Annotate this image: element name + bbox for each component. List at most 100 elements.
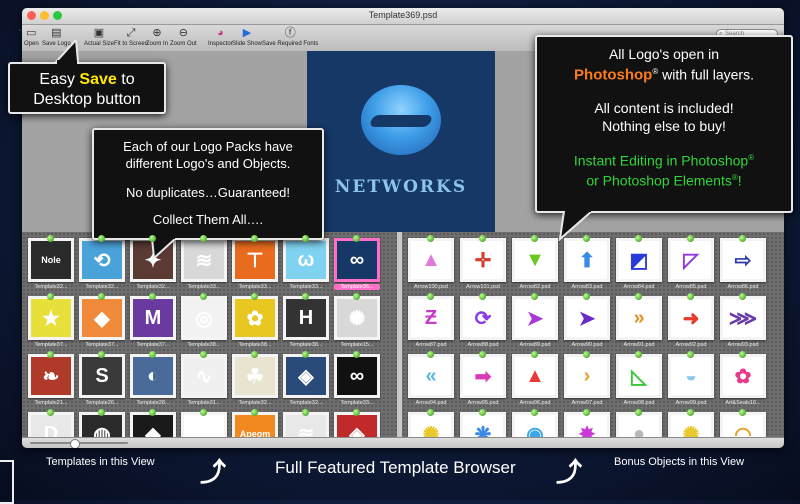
object-artwork: ➜ — [671, 299, 711, 337]
fit-to-screen-button[interactable]: ⤢ Fit to Screen — [114, 27, 148, 47]
template-thumbnail[interactable]: ❧ Template21... — [28, 351, 74, 412]
pushpin-icon — [739, 351, 746, 358]
pushpin-icon — [302, 409, 309, 416]
slide-show-button[interactable]: ▶ Slide Show — [232, 27, 262, 47]
template-frame: ✿ — [232, 296, 278, 340]
object-thumbnail[interactable]: ▼ Arrow82.psd — [512, 235, 558, 296]
save-icon: ▤ — [51, 27, 62, 39]
templates-pane[interactable]: Nole Template32... ⟲ Template32... ✦ Template… — [22, 232, 397, 437]
object-artwork: ● — [619, 415, 659, 437]
object-caption: Arrow82.psd — [519, 284, 551, 290]
zoom-out-button-label: Zoom Out — [170, 41, 197, 47]
template-thumbnail[interactable]: ⊤ Template33... — [232, 235, 278, 296]
object-frame: ◒ — [668, 354, 714, 398]
logo-line2-post: with full layers. — [658, 66, 754, 83]
template-thumbnail[interactable]: ≋ — [283, 409, 329, 437]
object-thumbnail[interactable]: ✸ — [564, 409, 610, 437]
object-thumbnail[interactable]: ◺ Arrow98.psd — [616, 351, 662, 412]
object-thumbnail[interactable]: › Arrow97.psd — [564, 351, 610, 412]
object-thumbnail[interactable]: ▲ Arrow96.psd — [512, 351, 558, 412]
object-caption: Arrow83.psd — [571, 284, 603, 290]
template-thumbnail[interactable]: ◆ Template37... — [79, 293, 125, 354]
object-thumbnail[interactable]: ➤ Arrow89.psd — [512, 293, 558, 354]
template-caption: Template36... — [334, 284, 380, 290]
object-thumbnail[interactable]: ● — [616, 409, 662, 437]
pushpin-icon — [687, 409, 694, 416]
pushpin-icon — [479, 293, 486, 300]
object-thumbnail[interactable]: ◉ — [512, 409, 558, 437]
title-bar: Template369.psd — [22, 8, 784, 25]
template-thumbnail[interactable]: ω Template33... — [283, 235, 329, 296]
object-thumbnail[interactable]: ✺ — [408, 409, 454, 437]
zoom-in-icon: ⊕ — [152, 27, 162, 39]
template-thumbnail[interactable]: ◈ Template32... — [283, 351, 329, 412]
pushpin-icon — [251, 409, 258, 416]
template-caption: Template33... — [289, 284, 323, 290]
template-artwork: Nole — [31, 241, 71, 279]
object-thumbnail[interactable]: ➤ Arrow90.psd — [564, 293, 610, 354]
object-thumbnail[interactable]: ⬆ Arrow83.psd — [564, 235, 610, 296]
template-thumbnail[interactable]: ∞ Template36... — [334, 235, 380, 296]
pushpin-icon — [635, 235, 642, 242]
template-thumbnail[interactable]: ◎ Template38... — [181, 293, 227, 354]
template-thumbnail[interactable]: ⟲ Template32... — [79, 235, 125, 296]
object-thumbnail[interactable]: ❋ — [460, 409, 506, 437]
inspector-button[interactable]: ◕ Inspector — [208, 27, 233, 47]
object-thumbnail[interactable]: ➡ Arrow95.psd — [460, 351, 506, 412]
template-thumbnail[interactable]: ◐ Template28... — [130, 351, 176, 412]
template-thumbnail[interactable]: H Template38... — [283, 293, 329, 354]
object-thumbnail[interactable]: ✛ Arrow101.psd — [460, 235, 506, 296]
object-thumbnail[interactable]: ⋙ Arrow93.psd — [720, 293, 766, 354]
template-frame: ◆ — [79, 296, 125, 340]
slider-knob[interactable] — [70, 439, 81, 448]
template-thumbnail[interactable]: ☘ Template32... — [232, 351, 278, 412]
template-thumbnail[interactable]: S Template26... — [79, 351, 125, 412]
object-thumbnail[interactable]: Ƶ Arrow87.psd — [408, 293, 454, 354]
template-thumbnail[interactable]: ∞ Template33... — [334, 351, 380, 412]
template-thumbnail[interactable]: ◈ — [334, 409, 380, 437]
template-thumbnail[interactable]: Apeom — [232, 409, 278, 437]
template-thumbnail[interactable]: Nole Template32... — [28, 235, 74, 296]
pushpin-icon — [427, 351, 434, 358]
template-thumbnail[interactable]: DTemplate33... — [28, 409, 74, 437]
object-thumbnail[interactable]: ◒ Arrow99.psd — [668, 351, 714, 412]
pushpin-icon — [302, 293, 309, 300]
template-frame: ◐ — [130, 354, 176, 398]
zoom-in-button[interactable]: ⊕ Zoom In — [146, 27, 168, 47]
template-thumbnail[interactable]: ∿ Template31... — [181, 351, 227, 412]
template-thumbnail[interactable]: ✿ Template38... — [232, 293, 278, 354]
template-thumbnail[interactable]: ◍ — [79, 409, 125, 437]
open-button[interactable]: ▭ Open — [24, 27, 39, 47]
template-caption: Template33... — [340, 400, 374, 406]
template-thumbnail[interactable]: ◆ — [130, 409, 176, 437]
object-thumbnail[interactable]: ⟳ Arrow88.psd — [460, 293, 506, 354]
template-caption: Template32... — [85, 284, 119, 290]
zoom-out-button[interactable]: ⊖ Zoom Out — [170, 27, 197, 47]
pushpin-icon — [200, 409, 207, 416]
object-artwork: ▲ — [411, 241, 451, 279]
object-thumbnail[interactable]: ✿ Art&Seals10... — [720, 351, 766, 412]
template-thumbnail[interactable]: ★ Template37... — [28, 293, 74, 354]
object-caption: Arrow85.psd — [675, 284, 707, 290]
save-required-fonts-button[interactable]: ⓕ Save Required Fonts — [262, 27, 318, 47]
object-artwork: ⟳ — [463, 299, 503, 337]
template-thumbnail[interactable]: M Template37... — [130, 293, 176, 354]
object-thumbnail[interactable]: ◠ — [720, 409, 766, 437]
thumbnail-size-slider[interactable] — [30, 439, 128, 448]
object-thumbnail[interactable]: ▲ Arrow100.psd — [408, 235, 454, 296]
template-thumbnail[interactable]: ▲ — [181, 409, 227, 437]
object-thumbnail[interactable]: ◸ Arrow85.psd — [668, 235, 714, 296]
object-thumbnail[interactable]: « Arrow94.psd — [408, 351, 454, 412]
object-thumbnail[interactable]: » Arrow91.psd — [616, 293, 662, 354]
fit-to-screen-button-label: Fit to Screen — [114, 41, 149, 47]
pushpin-icon — [47, 235, 54, 242]
pushpin-icon — [635, 293, 642, 300]
object-thumbnail[interactable]: ◩ Arrow84.psd — [616, 235, 662, 296]
object-thumbnail[interactable]: ⇨ Arrow86.psd — [720, 235, 766, 296]
object-thumbnail[interactable]: ✺ — [668, 409, 714, 437]
pushpin-icon — [583, 293, 590, 300]
object-caption: Arrow84.psd — [623, 284, 655, 290]
objects-pane[interactable]: ▲ Arrow100.psd ✛ Arrow101.psd ▼ Arrow82.psd ⬆ A… — [402, 232, 784, 437]
template-thumbnail[interactable]: ✺ Template15... — [334, 293, 380, 354]
object-thumbnail[interactable]: ➜ Arrow92.psd — [668, 293, 714, 354]
